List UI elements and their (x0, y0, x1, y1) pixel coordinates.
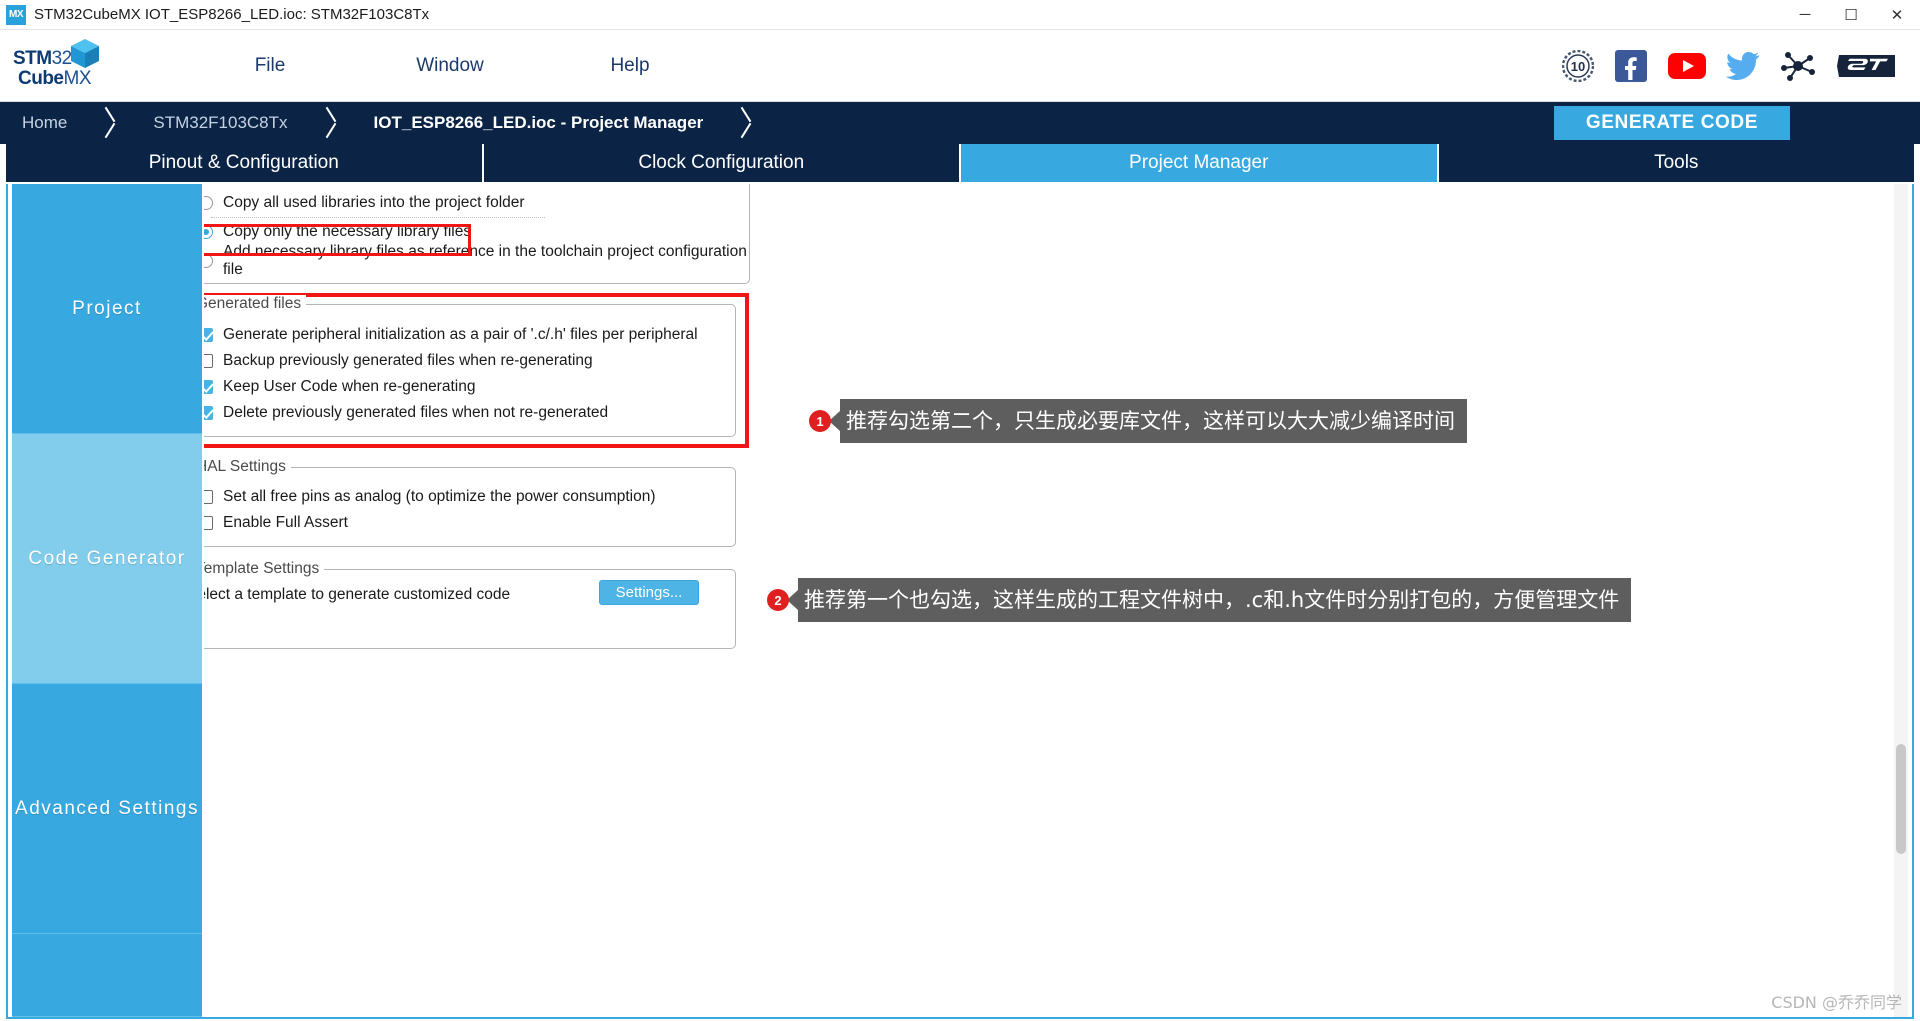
sidebar-item-project[interactable]: Project (12, 184, 202, 434)
tab-project-manager[interactable]: Project Manager (961, 144, 1437, 182)
checkbox-set-free-pins-analog[interactable]: Set all free pins as analog (to optimize… (204, 484, 656, 509)
checkbox-label: Delete previously generated files when n… (223, 403, 609, 421)
youtube-icon[interactable] (1668, 52, 1706, 80)
facebook-icon[interactable] (1614, 49, 1648, 83)
template-settings-group: Template Settings Select a template to g… (204, 560, 736, 649)
radio-label: Add necessary library files as reference… (223, 242, 747, 278)
radio-indicator (204, 253, 213, 268)
hal-settings-group: HAL Settings Set all free pins as analog… (204, 458, 736, 547)
st-logo-icon[interactable] (1836, 51, 1898, 81)
scrollbar-thumb[interactable] (1896, 744, 1906, 854)
chevron-right-icon (737, 102, 763, 144)
window-controls: ─ ☐ ✕ (1782, 0, 1920, 30)
template-settings-button[interactable]: Settings... (599, 580, 699, 605)
checkbox-keep-user-code[interactable]: Keep User Code when re-generating (204, 374, 475, 399)
breadcrumb-item-home[interactable]: Home (0, 102, 101, 144)
radio-copy-all-libraries[interactable]: Copy all used libraries into the project… (204, 190, 525, 215)
radio-add-as-reference[interactable]: Add necessary library files as reference… (204, 243, 749, 278)
code-generator-panel: STM32Cube MCU packages and embedded soft… (204, 184, 1912, 1017)
callout-2: 2 推荐第一个也勾选，这样生成的工程文件树中，.c和.h文件时分别打包的，方便管… (767, 578, 1632, 622)
checkbox-indicator (204, 327, 213, 342)
menu-bar: STM32 CubeMX File Window Help 10 (0, 30, 1920, 102)
minimize-button[interactable]: ─ (1782, 0, 1828, 30)
ten-years-badge-icon[interactable]: 10 (1562, 49, 1594, 82)
checkbox-generate-peripheral-init[interactable]: Generate peripheral initialization as a … (204, 322, 698, 347)
stm32cubemx-logo: STM32 CubeMX (10, 36, 110, 96)
radio-label: Copy all used libraries into the project… (223, 193, 525, 211)
checkbox-label: Set all free pins as analog (to optimize… (223, 487, 656, 505)
project-manager-sidebar: Project Code Generator Advanced Settings (12, 184, 202, 1017)
cube-icon (68, 37, 102, 76)
sidebar-item-advanced-settings[interactable]: Advanced Settings (12, 684, 202, 934)
tab-pinout-configuration[interactable]: Pinout & Configuration (6, 144, 482, 182)
body-panel: Project Code Generator Advanced Settings… (6, 184, 1914, 1019)
menu-file[interactable]: File (180, 49, 360, 83)
callout-number-badge: 1 (809, 410, 831, 432)
checkbox-indicator (204, 515, 213, 530)
window-title: STM32CubeMX IOT_ESP8266_LED.ioc: STM32F1… (34, 6, 430, 23)
main-tab-bar: Pinout & Configuration Clock Configurati… (0, 144, 1920, 182)
watermark: CSDN @乔乔同学 (1771, 993, 1902, 1012)
checkbox-indicator (204, 353, 213, 368)
checkbox-indicator (204, 489, 213, 504)
checkbox-delete-previously-generated[interactable]: Delete previously generated files when n… (204, 400, 608, 425)
checkbox-label: Enable Full Assert (223, 513, 348, 531)
menu-items: File Window Help (180, 49, 720, 83)
radio-label: Copy only the necessary library files (223, 222, 472, 240)
checkbox-label: Keep User Code when re-generating (223, 377, 476, 395)
maximize-button[interactable]: ☐ (1828, 0, 1874, 30)
title-bar: MX STM32CubeMX IOT_ESP8266_LED.ioc: STM3… (0, 0, 1920, 30)
generated-files-group-title: Generated files (204, 295, 307, 313)
stm32cubemx-window: MX STM32CubeMX IOT_ESP8266_LED.ioc: STM3… (0, 0, 1920, 1021)
chevron-right-icon (101, 102, 127, 144)
chevron-right-icon (322, 102, 348, 144)
callout-1: 1 推荐勾选第二个，只生成必要库文件，这样可以大大减少编译时间 (809, 399, 1467, 443)
checkbox-backup-previously-generated[interactable]: Backup previously generated files when r… (204, 348, 593, 373)
body-area: Project Code Generator Advanced Settings… (0, 182, 1920, 1021)
callout-text: 推荐勾选第二个，只生成必要库文件，这样可以大大减少编译时间 (840, 399, 1467, 443)
callout-text: 推荐第一个也勾选，这样生成的工程文件树中，.c和.h文件时分别打包的，方便管理文… (798, 578, 1632, 622)
community-network-icon[interactable] (1780, 50, 1816, 82)
menu-help[interactable]: Help (540, 49, 720, 83)
breadcrumb: Home STM32F103C8Tx IOT_ESP8266_LED.ioc -… (0, 102, 1920, 144)
svg-text:10: 10 (1571, 59, 1585, 74)
close-button[interactable]: ✕ (1874, 0, 1920, 30)
generate-code-button[interactable]: GENERATE CODE (1553, 106, 1790, 140)
app-icon: MX (6, 4, 26, 25)
sidebar-item-code-generator[interactable]: Code Generator (12, 434, 202, 684)
tab-tools[interactable]: Tools (1438, 144, 1914, 182)
template-settings-group-title: Template Settings (204, 560, 325, 578)
breadcrumb-item-mcu[interactable]: STM32F103C8Tx (127, 102, 321, 144)
radio-copy-only-necessary[interactable]: Copy only the necessary library files (204, 219, 471, 244)
option-separator (211, 217, 545, 218)
sidebar-item-empty[interactable] (12, 934, 202, 1017)
radio-indicator (204, 224, 213, 239)
checkbox-indicator (204, 405, 213, 420)
checkbox-indicator (204, 379, 213, 394)
template-settings-description: Select a template to generate customized… (204, 586, 511, 603)
breadcrumb-item-project-manager[interactable]: IOT_ESP8266_LED.ioc - Project Manager (348, 102, 738, 144)
tab-clock-configuration[interactable]: Clock Configuration (483, 144, 959, 182)
generated-files-group: Generated files Generate peripheral init… (204, 295, 736, 437)
callout-number-badge: 2 (767, 589, 789, 611)
checkbox-label: Backup previously generated files when r… (223, 351, 593, 369)
mcu-packages-group: STM32Cube MCU packages and embedded soft… (204, 184, 750, 284)
menu-window[interactable]: Window (360, 49, 540, 83)
hal-settings-group-title: HAL Settings (204, 458, 291, 476)
radio-indicator (204, 195, 213, 210)
twitter-icon[interactable] (1726, 51, 1760, 81)
checkbox-enable-full-assert[interactable]: Enable Full Assert (204, 510, 348, 535)
vertical-scrollbar[interactable] (1894, 184, 1908, 1017)
header-icon-row: 10 (1562, 49, 1898, 83)
logo-line-stm32: STM32 (13, 47, 72, 69)
checkbox-label: Generate peripheral initialization as a … (223, 325, 698, 343)
